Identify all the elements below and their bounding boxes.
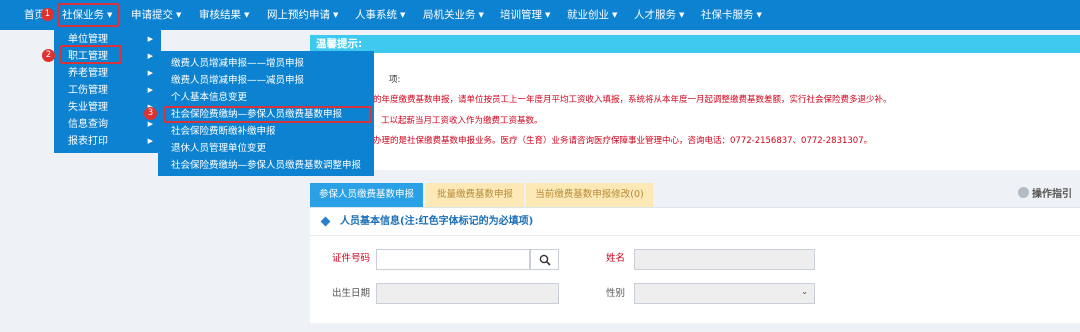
- nav-item-talent[interactable]: 人才服务 ▼: [634, 0, 684, 30]
- highlight-box-step-1: [58, 3, 119, 27]
- submenu-label: 社会保险费缴纳—参保人员缴费基数调整申报: [171, 160, 362, 171]
- nav-label: 人才服务: [634, 9, 676, 21]
- chevron-down-icon: ⌄: [801, 287, 808, 296]
- notice-line-3: 工以起薪当月工资收入作为缴费工资基数。: [381, 116, 543, 126]
- submenu-item-personal-info-change[interactable]: 个人基本信息变更: [158, 89, 374, 106]
- nav-label: 人事系统: [355, 9, 397, 21]
- nav-label: 审核结果: [199, 9, 241, 21]
- form-title: 人员基本信息(注:红色字体标记的为必填项): [340, 216, 534, 227]
- nav-label: 就业创业: [567, 9, 609, 21]
- id-search-button[interactable]: [530, 249, 559, 270]
- nav-label: 网上预约申请: [267, 9, 330, 21]
- nav-item-submit[interactable]: 申请提交 ▼: [131, 0, 181, 30]
- chevron-down-icon: ▼: [333, 11, 339, 19]
- nav-item-training[interactable]: 培训管理 ▼: [500, 0, 550, 30]
- guide-label: 操作指引: [1032, 189, 1072, 200]
- gender-label: 性别: [606, 288, 626, 299]
- notice-line-2: 的年度缴费基数申报，请单位按员工上一年度月平均工资收入填报，系统将从本年度一月起…: [373, 95, 892, 105]
- guide-icon: [1018, 187, 1029, 198]
- tab-batch-declaration[interactable]: 批量缴费基数申报: [426, 183, 524, 207]
- chevron-right-icon: ▶: [147, 137, 153, 145]
- menu-label: 失业管理: [68, 102, 108, 113]
- highlight-box-step-3: [164, 106, 372, 123]
- diamond-icon: [320, 216, 331, 227]
- nav-item-bureau-business[interactable]: 局机关业务 ▼: [423, 0, 484, 30]
- birth-date-field[interactable]: [376, 283, 559, 304]
- chevron-right-icon: ▶: [147, 35, 153, 43]
- highlight-box-step-2: [60, 45, 122, 64]
- nav-item-employment[interactable]: 就业创业 ▼: [567, 0, 617, 30]
- menu-label: 养老管理: [68, 68, 108, 79]
- menu-item-report-print[interactable]: 报表打印 ▶: [54, 133, 161, 150]
- chevron-down-icon: ▼: [612, 11, 618, 19]
- notice-line-4: 办理的是社保缴费基数申报业务。医疗（生育）业务请咨询医疗保障事业管理中心，咨询电…: [373, 136, 873, 146]
- chevron-down-icon: ▼: [244, 11, 250, 19]
- chevron-right-icon: ▶: [147, 52, 153, 60]
- submenu-label: 社会保险费断缴补缴申报: [171, 126, 276, 137]
- chevron-down-icon: ▼: [400, 11, 406, 19]
- id-number-input[interactable]: [376, 249, 530, 270]
- submenu-item-add-staff[interactable]: 缴费人员增减申报——增员申报: [158, 55, 374, 72]
- nav-item-hr-system[interactable]: 人事系统 ▼: [355, 0, 405, 30]
- notice-panel: 温馨提示: 项: 的年度缴费基数申报，请单位按员工上一年度月平均工资收入填报，系…: [310, 35, 1080, 170]
- chevron-down-icon: ▼: [478, 11, 484, 19]
- id-number-label: 证件号码: [332, 253, 371, 264]
- nav-label: 社保卡服务: [701, 9, 754, 21]
- menu-item-info-query[interactable]: 信息查询 ▶: [54, 116, 161, 133]
- step-badge-1: 1: [41, 8, 54, 21]
- chevron-down-icon: ▼: [756, 11, 762, 19]
- menu-item-pension[interactable]: 养老管理 ▶: [54, 65, 161, 82]
- step-badge-3: 3: [144, 107, 157, 120]
- tab-basic-declaration[interactable]: 参保人员缴费基数申报: [310, 183, 423, 207]
- birth-date-label: 出生日期: [332, 288, 371, 299]
- name-field[interactable]: [634, 249, 815, 270]
- nav-item-social-card[interactable]: 社保卡服务 ▼: [701, 0, 762, 30]
- tab-current-modification[interactable]: 当前缴费基数申报修改(0): [526, 183, 653, 207]
- chevron-right-icon: ▶: [147, 86, 153, 94]
- step-badge-2: 2: [42, 49, 55, 62]
- submenu-label: 缴费人员增减申报——增员申报: [171, 58, 305, 69]
- submenu-item-base-adjustment[interactable]: 社会保险费缴纳—参保人员缴费基数调整申报: [158, 157, 374, 174]
- notice-title: 温馨提示:: [310, 35, 1080, 53]
- search-icon: [539, 254, 551, 266]
- menu-label: 工伤管理: [68, 85, 108, 96]
- nav-item-review-results[interactable]: 审核结果 ▼: [199, 0, 249, 30]
- menu-item-injury[interactable]: 工伤管理 ▶: [54, 82, 161, 99]
- nav-label: 申请提交: [131, 9, 173, 21]
- tabs-bar: 参保人员缴费基数申报 批量缴费基数申报 当前缴费基数申报修改(0) 操作指引: [310, 183, 1080, 207]
- submenu-label: 退休人员管理单位变更: [171, 143, 267, 154]
- submenu-item-supplementary-payment[interactable]: 社会保险费断缴补缴申报: [158, 123, 374, 140]
- form-header: 人员基本信息(注:红色字体标记的为必填项): [310, 208, 1080, 236]
- submenu-label: 缴费人员增减申报——减员申报: [171, 75, 305, 86]
- menu-label: 信息查询: [68, 119, 108, 130]
- chevron-down-icon: ▼: [679, 11, 685, 19]
- name-label: 姓名: [606, 253, 626, 264]
- nav-label: 局机关业务: [423, 9, 476, 21]
- submenu-item-retiree-unit-change[interactable]: 退休人员管理单位变更: [158, 140, 374, 157]
- menu-label: 报表打印: [68, 136, 108, 147]
- nav-item-online-appointment[interactable]: 网上预约申请 ▼: [267, 0, 338, 30]
- nav-label: 培训管理: [500, 9, 542, 21]
- person-info-form: 人员基本信息(注:红色字体标记的为必填项) 证件号码 姓名 出生日期 性别 ⌄: [310, 207, 1080, 323]
- notice-line-1: 项:: [389, 75, 401, 85]
- gender-select[interactable]: ⌄: [634, 283, 815, 304]
- operation-guide-link[interactable]: 操作指引: [1018, 183, 1072, 207]
- chevron-down-icon: ▼: [545, 11, 551, 19]
- chevron-right-icon: ▶: [147, 69, 153, 77]
- submenu-item-remove-staff[interactable]: 缴费人员增减申报——减员申报: [158, 72, 374, 89]
- top-nav: 首页 社保业务 ▼ 申请提交 ▼ 审核结果 ▼ 网上预约申请 ▼ 人事系统 ▼ 局机关业务…: [0, 0, 1080, 30]
- chevron-down-icon: ▼: [176, 11, 182, 19]
- submenu-label: 个人基本信息变更: [171, 92, 248, 103]
